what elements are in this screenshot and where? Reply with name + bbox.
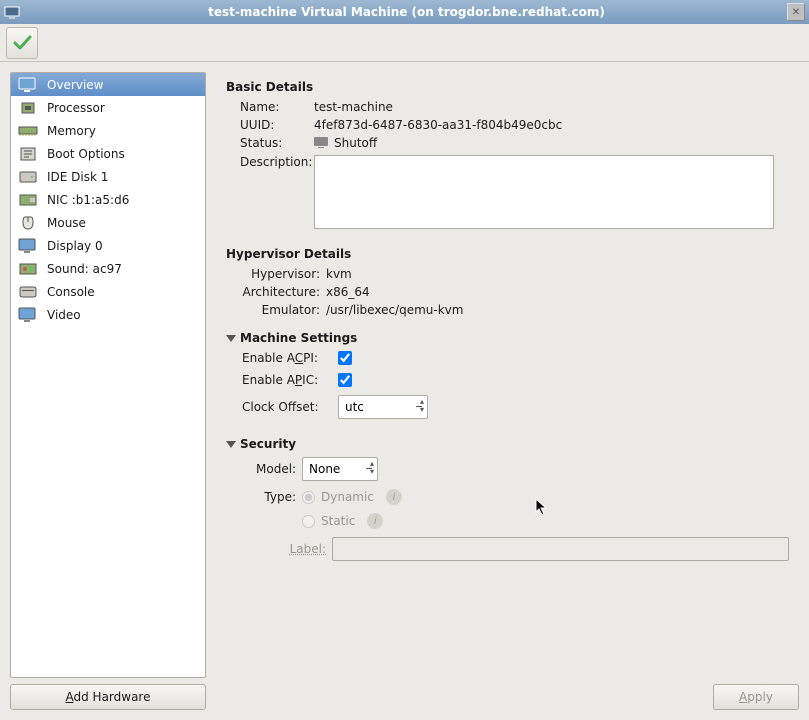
dynamic-label: Dynamic xyxy=(321,490,374,504)
clock-offset-label: Clock Offset: xyxy=(242,400,338,414)
description-label: Description: xyxy=(226,155,314,169)
chevron-down-icon xyxy=(226,335,236,342)
acpi-label: Enable ACPI: xyxy=(242,351,338,365)
chevron-down-icon xyxy=(226,441,236,448)
mouse-icon xyxy=(17,215,39,231)
sidebar-item-mouse[interactable]: Mouse xyxy=(11,211,205,234)
clock-offset-select[interactable]: utc xyxy=(338,395,428,419)
sound-icon xyxy=(17,261,39,277)
sidebar-item-processor[interactable]: Processor xyxy=(11,96,205,119)
apic-checkbox[interactable] xyxy=(338,373,352,387)
sidebar-item-boot-options[interactable]: Boot Options xyxy=(11,142,205,165)
clock-offset-select-wrap: utc ▴▾ xyxy=(338,395,428,419)
titlebar: test-machine Virtual Machine (on trogdor… xyxy=(0,0,809,24)
machine-settings-expander[interactable]: Machine Settings xyxy=(226,331,789,345)
static-radio xyxy=(302,515,315,528)
security-label-input xyxy=(332,537,789,561)
sidebar-item-label: Boot Options xyxy=(47,147,125,161)
sidebar-item-label: IDE Disk 1 xyxy=(47,170,108,184)
static-label: Static xyxy=(321,514,355,528)
toolbar xyxy=(0,24,809,62)
close-button[interactable]: ✕ xyxy=(787,3,805,21)
sidebar-item-label: Sound: ac97 xyxy=(47,262,122,276)
sidebar-item-label: Memory xyxy=(47,124,96,138)
spin-icon: ▴▾ xyxy=(420,398,424,414)
sidebar-item-memory[interactable]: Memory xyxy=(11,119,205,142)
spin-icon: ▴▾ xyxy=(370,460,374,476)
sidebar-item-label: Display 0 xyxy=(47,239,103,253)
dynamic-radio xyxy=(302,491,315,504)
uuid-value: 4fef873d-6487-6830-aa31-f804b49e0cbc xyxy=(314,118,789,132)
security-dynamic-row: Dynamic i xyxy=(302,489,402,505)
status-label: Status: xyxy=(226,136,314,150)
info-icon: i xyxy=(386,489,402,505)
monitor-icon xyxy=(17,77,39,93)
basic-details-title: Basic Details xyxy=(226,80,789,94)
disk-icon xyxy=(17,169,39,185)
console-icon xyxy=(17,284,39,300)
status-value: Shutoff xyxy=(314,136,789,151)
add-hardware-button[interactable]: Add Hardware xyxy=(10,684,206,710)
description-input[interactable] xyxy=(314,155,774,229)
security-model-select[interactable]: None xyxy=(302,457,378,481)
sidebar-item-overview[interactable]: Overview xyxy=(11,73,205,96)
content: Overview Processor Memory Boot Options IDE D… xyxy=(0,62,809,720)
architecture-label: Architecture: xyxy=(226,285,326,299)
checkmark-icon xyxy=(11,32,33,54)
window-icon xyxy=(4,4,20,20)
apic-label: Enable APIC: xyxy=(242,373,338,387)
sidebar-item-console[interactable]: Console xyxy=(11,280,205,303)
sidebar-item-display-0[interactable]: Display 0 xyxy=(11,234,205,257)
status-icon xyxy=(314,136,330,151)
info-icon: i xyxy=(367,513,383,529)
sidebar-container: Overview Processor Memory Boot Options IDE D… xyxy=(10,72,206,710)
boot-icon xyxy=(17,146,39,162)
memory-icon xyxy=(17,123,39,139)
sidebar[interactable]: Overview Processor Memory Boot Options IDE D… xyxy=(10,72,206,678)
sidebar-item-video[interactable]: Video xyxy=(11,303,205,326)
window-title: test-machine Virtual Machine (on trogdor… xyxy=(26,5,787,19)
emulator-label: Emulator: xyxy=(226,303,326,317)
sidebar-item-label: Processor xyxy=(47,101,105,115)
apply-label: Apply xyxy=(739,690,773,704)
nic-icon xyxy=(17,192,39,208)
sidebar-item-label: NIC :b1:a5:d6 xyxy=(47,193,129,207)
apply-button[interactable]: Apply xyxy=(713,684,799,710)
sidebar-item-ide-disk-1[interactable]: IDE Disk 1 xyxy=(11,165,205,188)
acpi-checkbox[interactable] xyxy=(338,351,352,365)
security-static-row: Static i xyxy=(302,513,383,529)
main-panel: Basic Details Name:test-machine UUID:4fe… xyxy=(206,72,799,710)
architecture-value: x86_64 xyxy=(326,285,789,299)
apply-toolbar-button[interactable] xyxy=(6,27,38,59)
sidebar-item-label: Video xyxy=(47,308,81,322)
security-model-label: Model: xyxy=(242,462,302,476)
security-expander[interactable]: Security xyxy=(226,437,789,451)
sidebar-item-nic-b1-a5-d6[interactable]: NIC :b1:a5:d6 xyxy=(11,188,205,211)
uuid-label: UUID: xyxy=(226,118,314,132)
security-type-label: Type: xyxy=(242,490,302,504)
sidebar-item-label: Mouse xyxy=(47,216,86,230)
security-model-select-wrap: None ▴▾ xyxy=(302,457,378,481)
hypervisor-label: Hypervisor: xyxy=(226,267,326,281)
cpu-icon xyxy=(17,100,39,116)
emulator-value: /usr/libexec/qemu-kvm xyxy=(326,303,789,317)
sidebar-item-label: Console xyxy=(47,285,95,299)
security-label-label: Label: xyxy=(242,542,332,556)
sidebar-item-label: Overview xyxy=(47,78,104,92)
add-hardware-label: Add Hardware xyxy=(66,690,151,704)
sidebar-item-sound-ac97[interactable]: Sound: ac97 xyxy=(11,257,205,280)
video-icon xyxy=(17,307,39,323)
hypervisor-details-title: Hypervisor Details xyxy=(226,247,789,261)
display-icon xyxy=(17,238,39,254)
name-value: test-machine xyxy=(314,100,789,114)
hypervisor-value: kvm xyxy=(326,267,789,281)
name-label: Name: xyxy=(226,100,314,114)
